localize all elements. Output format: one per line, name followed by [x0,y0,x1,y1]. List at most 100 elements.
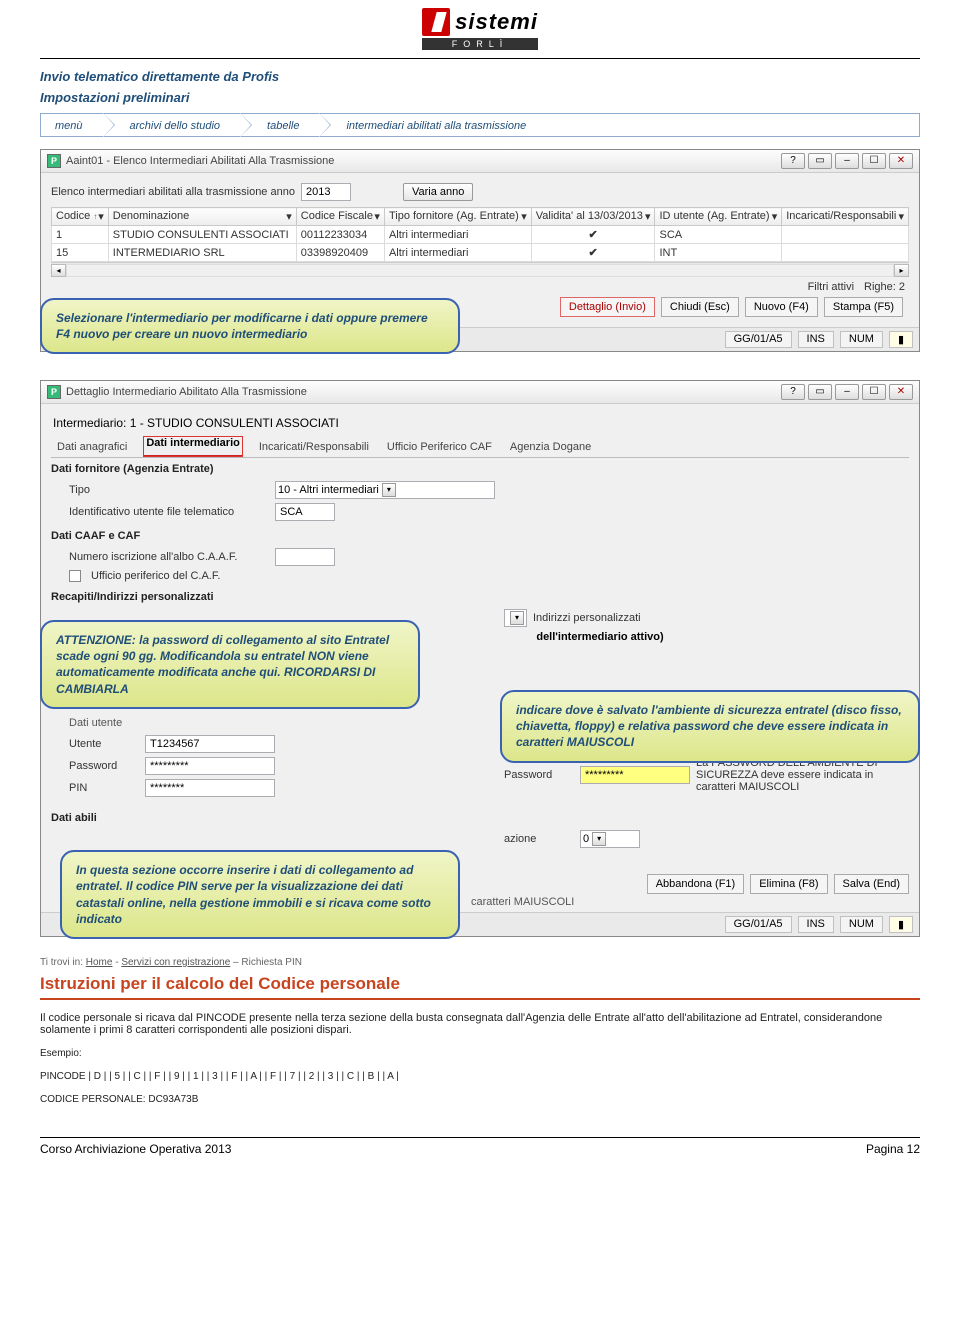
table-row[interactable]: 15INTERMEDIARIO SRL03398920409Altri inte… [52,244,909,262]
breadcrumb-item: archivi dello studio [104,113,242,137]
heading-sub: Impostazioni preliminari [40,90,920,105]
logo-subbrand: FORLÌ [422,38,538,50]
stampa-button[interactable]: Stampa (F5) [824,297,903,317]
col-cf[interactable]: Codice Fiscale▾ [296,208,384,226]
pin-input[interactable] [145,779,275,797]
app-icon: P [47,385,61,399]
help-icon[interactable]: ? [781,153,805,169]
breadcrumb-item: tabelle [241,113,320,137]
pin-label: PIN [69,782,139,794]
num-iscr-input[interactable] [275,548,335,566]
tab-ufficio-caf[interactable]: Ufficio Periferico CAF [385,436,494,457]
id-file-label: Identificativo utente file telematico [69,506,269,518]
header-logo: sistemi FORLÌ [40,0,920,59]
web-paragraph: Il codice personale si ricava dal PINCOD… [40,1012,920,1036]
tab-dati-anagrafici[interactable]: Dati anagrafici [55,436,129,457]
anno-input[interactable] [301,183,351,201]
scroll-left-icon: ◂ [51,264,66,277]
web-breadcrumb: Ti trovi in: Home - Servizi con registra… [40,957,920,968]
callout-password-entratel: ATTENZIONE: la password di collegamento … [40,620,420,709]
chiudi-button[interactable]: Chiudi (Esc) [661,297,739,317]
section-dati-abil: Dati abili [51,807,909,826]
tab-incaricati[interactable]: Incaricati/Responsabili [257,436,371,457]
status-indicator-icon: ▮ [889,916,913,933]
maximize-icon[interactable]: ☐ [862,384,886,400]
callout-select-intermediario: Selezionare l'intermediario per modifica… [40,298,460,354]
tipo-label: Tipo [69,484,269,496]
chevron-down-icon: ▾ [382,483,396,497]
chevron-down-icon: ▾ [592,832,606,846]
status-num: NUM [840,331,883,348]
utente-label: Utente [69,738,139,750]
close-icon[interactable]: ✕ [889,153,913,169]
ufficio-periferico-checkbox[interactable] [69,570,81,582]
intermediario-header: Intermediario: 1 - STUDIO CONSULENTI ASS… [51,410,909,436]
col-idutente[interactable]: ID utente (Ag. Entrate)▾ [655,208,782,226]
chevron-down-icon: ▾ [510,611,524,625]
col-validita[interactable]: Validita' al 13/03/2013▾ [531,208,655,226]
restore-icon[interactable]: ▭ [808,384,832,400]
tab-dati-intermediario[interactable]: Dati intermediario [143,436,243,457]
col-tipo[interactable]: Tipo fornitore (Ag. Entrate)▾ [384,208,531,226]
logo-brand: sistemi [455,9,538,34]
status-date: GG/01/A5 [725,916,792,933]
status-ins: INS [798,916,834,933]
callout-dati-collegamento: In questa sezione occorre inserire i dat… [60,850,460,939]
table-row[interactable]: 1STUDIO CONSULENTI ASSOCIATI00112233034A… [52,226,909,244]
status-ins: INS [798,331,834,348]
amb-password-label: Password [504,769,574,781]
status-date: GG/01/A5 [725,331,792,348]
web-nav-servizi[interactable]: Servizi con registrazione [121,957,230,968]
check-icon: ✔ [531,226,655,244]
password-input[interactable] [145,757,275,775]
section-dati-fornitore: Dati fornitore (Agenzia Entrate) [51,458,909,477]
footer-course: Corso Archiviazione Operativa 2013 [40,1142,231,1156]
attivo-label: dell'intermediario attivo) [536,631,663,643]
minimize-icon[interactable]: – [835,384,859,400]
help-icon[interactable]: ? [781,384,805,400]
tab-agenzia-dogane[interactable]: Agenzia Dogane [508,436,593,457]
breadcrumb-item: menù [40,113,104,137]
breadcrumb-item: intermediari abilitati alla trasmissione [320,113,920,137]
utente-input[interactable] [145,735,275,753]
dettaglio-button[interactable]: Dettaglio (Invio) [560,297,655,317]
section-recapiti: Recapiti/Indirizzi personalizzati [51,586,909,605]
window-title: Dettaglio Intermediario Abilitato Alla T… [66,386,307,398]
heading-main: Invio telematico direttamente da Profis [40,69,920,84]
intermediari-table: Codice ↑ ▾ Denominazione▾ Codice Fiscale… [51,207,909,262]
maximize-icon[interactable]: ☐ [862,153,886,169]
tipo-select[interactable]: 10 - Altri intermediari▾ [275,481,495,499]
web-heading: Istruzioni per il calcolo del Codice per… [40,974,920,1000]
callout-ambiente-sicurezza: indicare dove è salvato l'ambiente di si… [500,690,920,763]
horizontal-scrollbar[interactable]: ◂▸ [51,262,909,277]
col-incaricati[interactable]: Incaricati/Responsabili▾ [782,208,909,226]
filtri-label: Filtri attivi [808,281,854,293]
web-esempio-label: Esempio: [40,1048,920,1059]
salva-button[interactable]: Salva (End) [834,874,909,894]
id-file-input[interactable] [275,503,335,521]
footer-page: Pagina 12 [866,1142,920,1156]
password-label: Password [69,760,139,772]
logo-icon [422,8,450,36]
elimina-button[interactable]: Elimina (F8) [750,874,827,894]
amb-password-input[interactable] [580,766,690,784]
restore-icon[interactable]: ▭ [808,153,832,169]
indirizzi-pers-label: Indirizzi personalizzati [533,612,641,624]
indirizzi-select[interactable]: ▾ [504,609,527,627]
web-codice-personale: CODICE PERSONALE: DC93A73B [40,1094,920,1105]
abbandona-button[interactable]: Abbandona (F1) [647,874,745,894]
col-codice[interactable]: Codice ↑ ▾ [52,208,109,226]
azione-select[interactable]: 0▾ [580,830,640,848]
status-num: NUM [840,916,883,933]
web-nav-home[interactable]: Home [86,957,113,968]
varia-anno-button[interactable]: Varia anno [403,183,473,201]
status-indicator-icon: ▮ [889,331,913,348]
nuovo-button[interactable]: Nuovo (F4) [745,297,818,317]
check-icon: ✔ [531,244,655,262]
maiuscoli-note: caratteri MAIUSCOLI [471,896,574,908]
close-icon[interactable]: ✕ [889,384,913,400]
app-icon: P [47,154,61,168]
col-denominazione[interactable]: Denominazione▾ [108,208,296,226]
minimize-icon[interactable]: – [835,153,859,169]
section-dati-caaf: Dati CAAF e CAF [51,525,909,544]
